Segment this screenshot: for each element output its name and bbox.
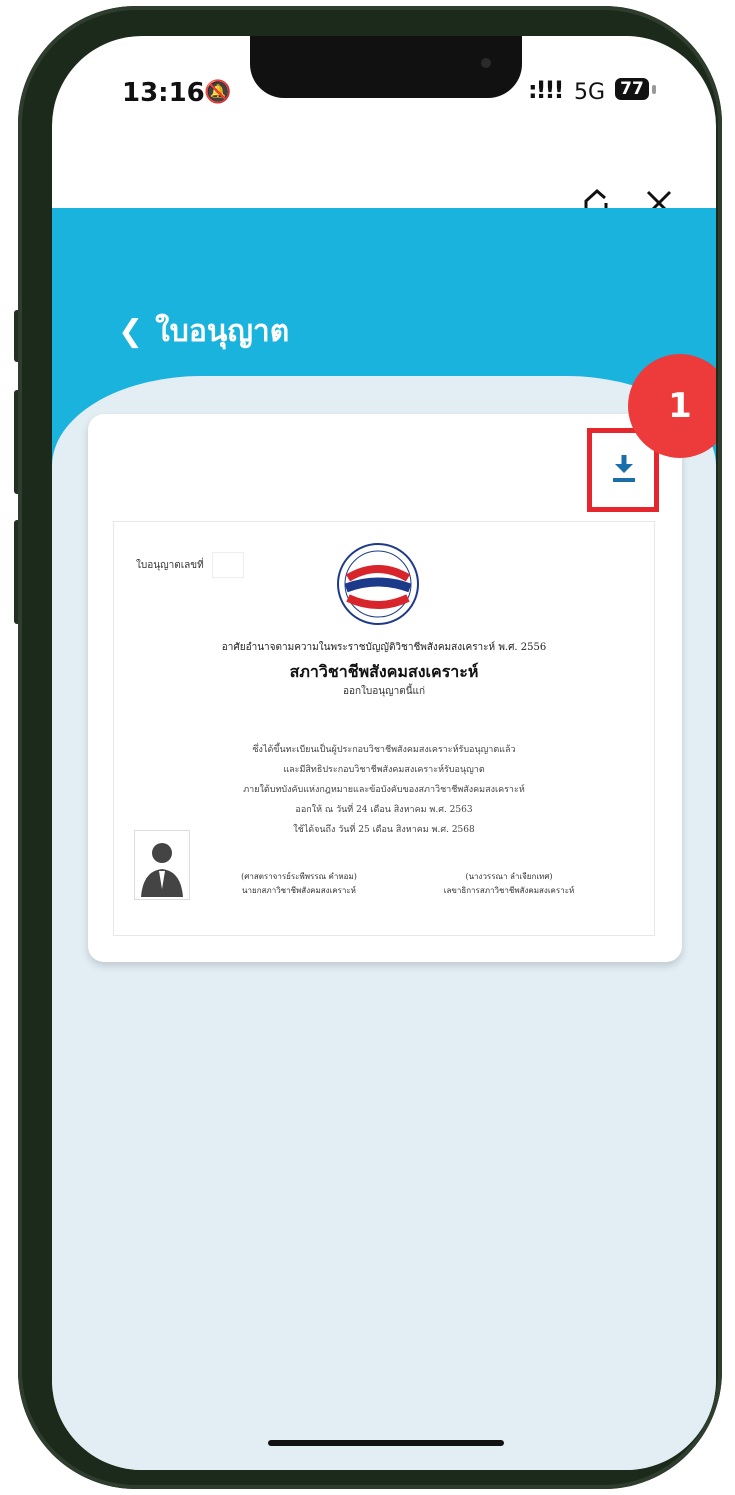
signer2-title: เลขาธิการสภาวิชาชีพสังคมสงเคราะห์ xyxy=(443,886,575,895)
license-number-field xyxy=(212,552,244,578)
body-line-1: ซึ่งได้ขึ้นทะเบียนเป็นผู้ประกอบวิชาชีพสั… xyxy=(252,745,516,755)
body-line-2: และมีสิทธิประกอบวิชาชีพสังคมสงเคราะห์รับ… xyxy=(283,765,485,775)
signer1-name: (ศาสตราจารย์ระพีพรรณ คำหอม) xyxy=(241,872,357,881)
signal-icon: :!!! xyxy=(528,76,564,104)
body-line-3: ภายใต้บทบังคับแห่งกฎหมายและข้อบังคับของส… xyxy=(243,785,525,795)
license-number-label: ใบอนุญาตเลขที่ xyxy=(136,560,204,571)
home-indicator[interactable] xyxy=(268,1440,504,1446)
authority-line: อาศัยอำนาจตามความในพระราชบัญญัติวิชาชีพส… xyxy=(221,642,547,653)
issue-line: ออกใบอนุญาตนี้แก่ xyxy=(342,686,426,697)
chevron-left-icon: ❮ xyxy=(118,314,144,349)
battery-tip xyxy=(652,85,656,94)
signer1-title: นายกสภาวิชาชีพสังคมสงเคราะห์ xyxy=(242,886,356,895)
page-title: ใบอนุญาต xyxy=(155,314,290,349)
camera xyxy=(481,58,491,68)
back-button[interactable]: ❮ ใบอนุญาต xyxy=(118,308,289,355)
issue-date-line: ออกให้ ณ วันที่ 24 เดือน สิงหาคม พ.ศ. 25… xyxy=(295,805,473,815)
download-icon xyxy=(613,455,635,482)
person-silhouette-icon xyxy=(134,830,190,900)
phone-screen: 13:16 🔕 :!!! 5G 77 ❮ ใบอนุญาต ใบอนุญาตเล… xyxy=(52,36,716,1470)
expiry-date-line: ใช้ได้จนถึง วันที่ 25 เดือน สิงหาคม พ.ศ.… xyxy=(293,825,475,835)
bell-slash-icon: 🔕 xyxy=(204,80,232,105)
phone-mockup: 13:16 🔕 :!!! 5G 77 ❮ ใบอนุญาต ใบอนุญาตเล… xyxy=(0,0,735,1495)
battery-indicator: 77 xyxy=(615,78,649,100)
notch xyxy=(250,36,522,98)
signer2-name: (นางวรรณา ลำเจียกเทศ) xyxy=(465,872,553,881)
status-time: 13:16 xyxy=(122,78,205,108)
council-logo xyxy=(328,542,428,630)
network-type: 5G xyxy=(574,80,606,105)
organization-name: สภาวิชาชีพสังคมสงเคราะห์ xyxy=(289,662,479,681)
license-certificate: ใบอนุญาตเลขที่ อาศัยอำนาจตามความในพระราช… xyxy=(114,522,654,935)
